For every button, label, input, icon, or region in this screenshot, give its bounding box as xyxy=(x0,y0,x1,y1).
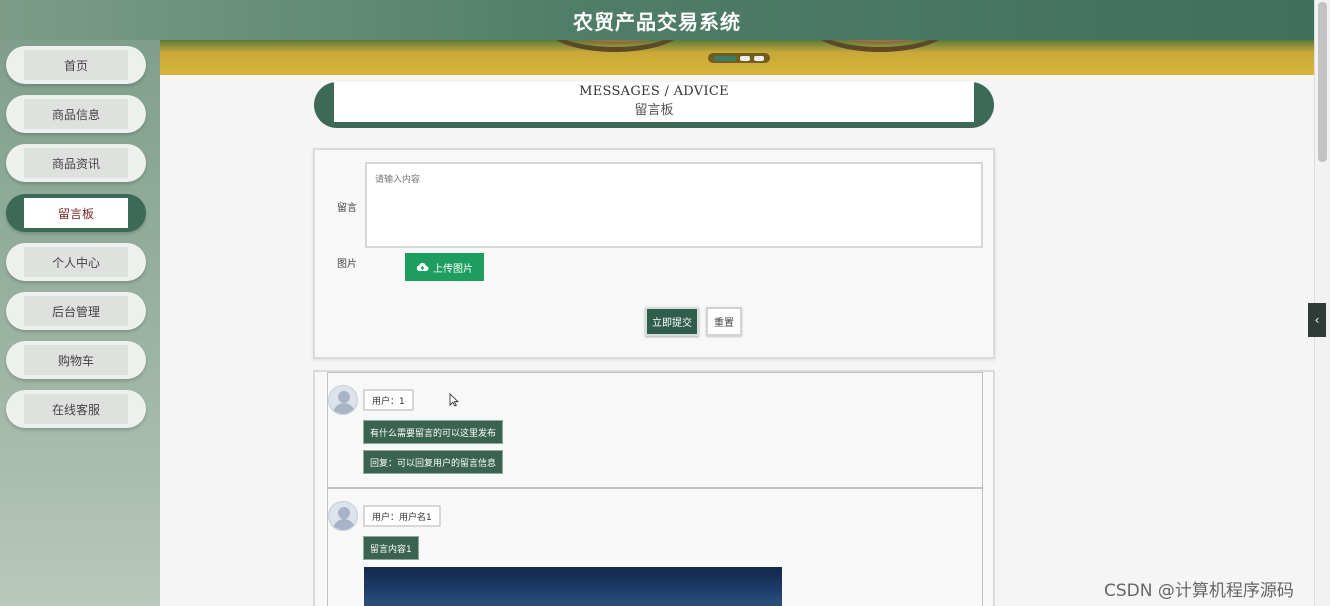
cloud-upload-icon xyxy=(416,263,429,271)
app-header: 农贸产品交易系统 xyxy=(0,0,1314,40)
upload-image-label: 上传图片 xyxy=(433,263,473,275)
banner-image-decoration xyxy=(545,40,685,52)
carousel-dot[interactable] xyxy=(714,55,736,61)
sidebar-item-label: 购物车 xyxy=(24,345,128,375)
avatar xyxy=(328,501,358,531)
sidebar-item-products[interactable]: 商品信息 xyxy=(6,95,146,133)
sidebar-item-label: 在线客服 xyxy=(24,394,128,424)
submit-button[interactable]: 立即提交 xyxy=(645,307,699,336)
sidebar-item-news[interactable]: 商品资讯 xyxy=(6,144,146,182)
banner-carousel[interactable] xyxy=(160,40,1314,75)
sidebar-item-label: 留言板 xyxy=(24,198,128,228)
sidebar-item-label: 商品资讯 xyxy=(24,148,128,178)
sidebar-item-label: 后台管理 xyxy=(24,296,128,326)
sidebar-item-admin[interactable]: 后台管理 xyxy=(6,292,146,330)
sidebar-item-home[interactable]: 首页 xyxy=(6,46,146,84)
avatar xyxy=(328,385,358,415)
image-label: 图片 xyxy=(337,259,357,270)
banner-image-decoration xyxy=(810,40,950,52)
message-user-tag: 用户：1 xyxy=(363,389,414,411)
message-form: 留言 图片 上传图片 立即提交 重置 xyxy=(313,148,995,359)
message-user-tag: 用户：用户名1 xyxy=(363,505,441,527)
sidebar-item-label: 商品信息 xyxy=(24,99,128,129)
sidebar-item-personal-center[interactable]: 个人中心 xyxy=(6,243,146,281)
list-item: 用户：1 有什么需要留言的可以这里发布 回复：可以回复用户的留言信息 xyxy=(327,372,983,488)
sidebar-item-label: 首页 xyxy=(24,50,128,80)
carousel-indicators xyxy=(708,53,770,63)
message-content: 留言内容1 xyxy=(363,536,419,560)
page-title-en: MESSAGES / ADVICE xyxy=(579,84,729,99)
message-content: 有什么需要留言的可以这里发布 xyxy=(363,420,504,444)
message-label: 留言 xyxy=(337,203,357,214)
page-title-inner: MESSAGES / ADVICE 留言板 xyxy=(334,82,974,122)
sidebar-item-messageboard[interactable]: 留言板 xyxy=(6,194,146,232)
message-input[interactable] xyxy=(365,162,983,248)
message-reply: 回复：可以回复用户的留言信息 xyxy=(363,450,504,474)
sidebar-item-cart[interactable]: 购物车 xyxy=(6,341,146,379)
sidebar-item-support[interactable]: 在线客服 xyxy=(6,390,146,428)
page-title-banner: MESSAGES / ADVICE 留言板 xyxy=(314,82,994,128)
scrollbar-thumb[interactable] xyxy=(1318,2,1327,162)
sidebar-item-label: 个人中心 xyxy=(24,247,128,277)
upload-image-button[interactable]: 上传图片 xyxy=(405,253,484,281)
carousel-dot[interactable] xyxy=(754,55,764,61)
message-image xyxy=(364,567,782,606)
reset-button[interactable]: 重置 xyxy=(706,307,742,336)
watermark: CSDN @计算机程序源码 xyxy=(1104,581,1294,601)
list-item: 用户：用户名1 留言内容1 xyxy=(327,488,983,606)
app-title: 农贸产品交易系统 xyxy=(573,9,741,34)
message-list: 用户：1 有什么需要留言的可以这里发布 回复：可以回复用户的留言信息 用户：用户… xyxy=(313,370,995,606)
carousel-dot[interactable] xyxy=(740,55,750,61)
sidebar: 首页 商品信息 商品资讯 留言板 个人中心 后台管理 购物车 在线客服 xyxy=(0,40,160,606)
mouse-cursor-icon xyxy=(449,393,459,407)
page-title-cn: 留言板 xyxy=(634,103,674,118)
chevron-left-icon[interactable]: ‹ xyxy=(1308,303,1326,337)
